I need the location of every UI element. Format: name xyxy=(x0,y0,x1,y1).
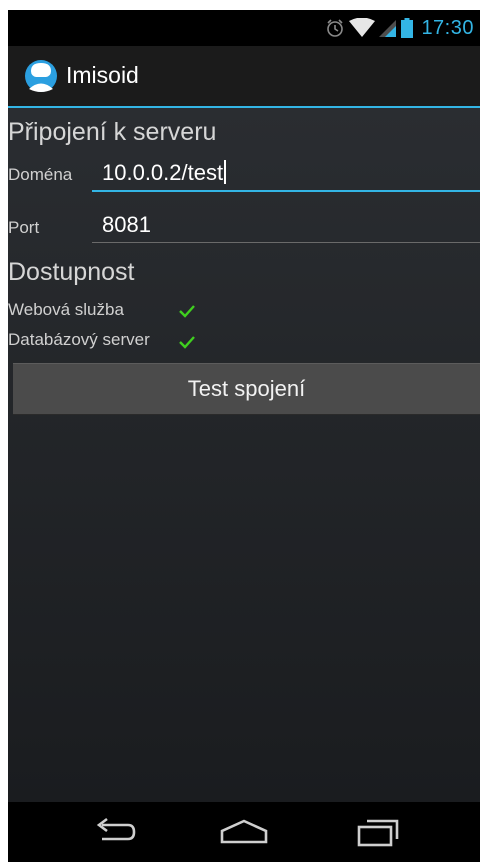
recent-apps-button[interactable] xyxy=(348,814,408,850)
device-screen: 17:30 Imisoid Připojení k serveru Doména… xyxy=(8,10,480,862)
port-value[interactable]: 8081 xyxy=(102,212,151,238)
database-server-label: Databázový server xyxy=(8,330,150,349)
imisoid-logo-icon xyxy=(25,60,57,92)
port-underline xyxy=(92,242,480,243)
navigation-bar xyxy=(8,802,480,862)
domain-label: Doména xyxy=(8,165,73,184)
web-service-label: Webová služba xyxy=(8,300,124,319)
main-content: Připojení k serveru Doména 10.0.0.2/test… xyxy=(8,108,480,802)
test-connection-button[interactable]: Test spojení xyxy=(13,363,480,415)
app-title: Imisoid xyxy=(66,62,139,88)
check-icon xyxy=(179,305,195,318)
server-connection-heading: Připojení k serveru xyxy=(8,118,217,146)
status-icons: 17:30 xyxy=(325,16,474,40)
test-connection-label: Test spojení xyxy=(187,376,306,401)
recent-apps-icon xyxy=(357,819,399,847)
availability-heading: Dostupnost xyxy=(8,258,135,286)
alarm-icon xyxy=(327,19,344,37)
action-bar: Imisoid xyxy=(8,46,480,108)
home-icon xyxy=(220,819,268,844)
back-icon xyxy=(96,817,136,841)
battery-icon xyxy=(401,18,414,38)
home-button[interactable] xyxy=(214,814,274,850)
status-bar: 17:30 xyxy=(8,10,480,46)
check-icon xyxy=(179,336,195,349)
wifi-icon xyxy=(349,18,376,37)
port-label: Port xyxy=(8,218,40,237)
domain-value: 10.0.0.2/test xyxy=(102,160,224,185)
status-time: 17:30 xyxy=(421,16,474,39)
text-cursor xyxy=(224,160,227,184)
signal-icon xyxy=(379,20,397,37)
domain-underline xyxy=(92,190,480,192)
back-button[interactable] xyxy=(84,814,144,850)
